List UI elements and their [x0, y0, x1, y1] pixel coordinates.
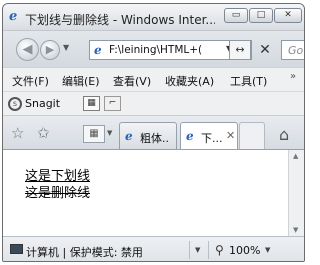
back-button[interactable]: ◀: [16, 38, 39, 61]
snagit-capture-button[interactable]: ▦: [83, 96, 100, 111]
tab-label: 粗体...: [140, 132, 170, 145]
address-bar[interactable]: ℯ F:\leining\HTML+( ▼: [89, 40, 252, 60]
snagit-logo-icon: s: [8, 97, 22, 111]
menu-favorites[interactable]: 收藏夹(A): [165, 73, 214, 89]
new-tab-button[interactable]: [239, 122, 265, 150]
menu-edit[interactable]: 编辑(E): [62, 73, 100, 89]
zoom-level[interactable]: 100%: [229, 244, 260, 257]
minimize-button[interactable]: ▭: [224, 8, 248, 23]
strikethrough-text: 这是删除线: [25, 186, 91, 201]
snagit-label[interactable]: Snagit: [25, 97, 60, 110]
page-icon: ℯ: [186, 129, 194, 143]
menu-overflow-icon[interactable]: »: [290, 71, 296, 82]
ie-logo-icon: ℯ: [9, 9, 18, 24]
zoom-icon[interactable]: ⚲: [215, 243, 224, 257]
tab-label: 下...: [201, 132, 223, 145]
scroll-down-icon[interactable]: ▼: [293, 226, 298, 234]
page-content: 这是下划线 这是删除线 ▲ ▼: [3, 149, 304, 237]
status-separator: [189, 241, 190, 259]
snagit-options-button[interactable]: ⌐: [104, 96, 121, 111]
search-placeholder: Go: [288, 44, 304, 57]
close-button[interactable]: ✕: [274, 8, 302, 23]
close-tab-icon[interactable]: ✕: [226, 129, 235, 142]
vertical-scrollbar[interactable]: ▲ ▼: [288, 150, 304, 236]
menu-bar: 文件(F) 编辑(E) 查看(V) 收藏夹(A) 工具(T) »: [3, 67, 304, 91]
status-separator: [208, 241, 209, 259]
maximize-button[interactable]: □: [249, 8, 273, 23]
tab-active[interactable]: ℯ 下... ✕: [180, 122, 238, 151]
history-dropdown-icon[interactable]: ▼: [63, 43, 69, 52]
scroll-up-icon[interactable]: ▲: [293, 152, 298, 160]
title-bar: ℯ 下划线与删除线 - Windows Inter... ▭ □ ✕: [3, 4, 304, 31]
add-favorites-icon[interactable]: ✩: [37, 124, 50, 142]
page-icon: ℯ: [94, 43, 102, 57]
status-bar: 计算机 | 保护模式: 禁用 ▼ ⚲ 100% ▼: [3, 237, 304, 261]
stop-button[interactable]: ✕: [255, 40, 275, 60]
home-icon[interactable]: ⌂: [279, 125, 289, 144]
tab-bar: ☆ ✩ ▦ ▼ ℯ 粗体... ℯ 下... ✕ ⌂: [3, 115, 304, 151]
menu-file[interactable]: 文件(F): [12, 73, 49, 89]
tab-list-dropdown-icon[interactable]: ▼: [107, 129, 112, 137]
computer-icon: [10, 244, 23, 254]
security-zone-text: 计算机 | 保护模式: 禁用: [26, 246, 143, 259]
browser-window: ℯ 下划线与删除线 - Windows Inter... ▭ □ ✕ ◀ ▶ ▼…: [2, 3, 305, 262]
tab-bold[interactable]: ℯ 粗体...: [119, 122, 177, 150]
window-title: 下划线与删除线 - Windows Inter...: [25, 13, 215, 27]
search-box[interactable]: Go: [281, 40, 304, 60]
menu-view[interactable]: 查看(V): [113, 73, 151, 89]
zoom-dropdown-icon[interactable]: ▼: [265, 246, 270, 254]
navigation-bar: ◀ ▶ ▼ ℯ F:\leining\HTML+( ▼ ↔ ✕ Go: [3, 31, 304, 67]
snagit-toolbar: s Snagit ▦ ⌐: [3, 91, 304, 115]
address-input[interactable]: F:\leining\HTML+(: [109, 44, 221, 56]
page-icon: ℯ: [125, 129, 133, 143]
forward-button[interactable]: ▶: [40, 40, 60, 60]
quick-tabs-button[interactable]: ▦: [83, 125, 105, 143]
refresh-button[interactable]: ↔: [229, 40, 251, 60]
zone-dropdown-icon[interactable]: ▼: [195, 246, 200, 254]
favorites-star-icon[interactable]: ☆: [11, 124, 24, 142]
menu-tools[interactable]: 工具(T): [230, 73, 267, 89]
